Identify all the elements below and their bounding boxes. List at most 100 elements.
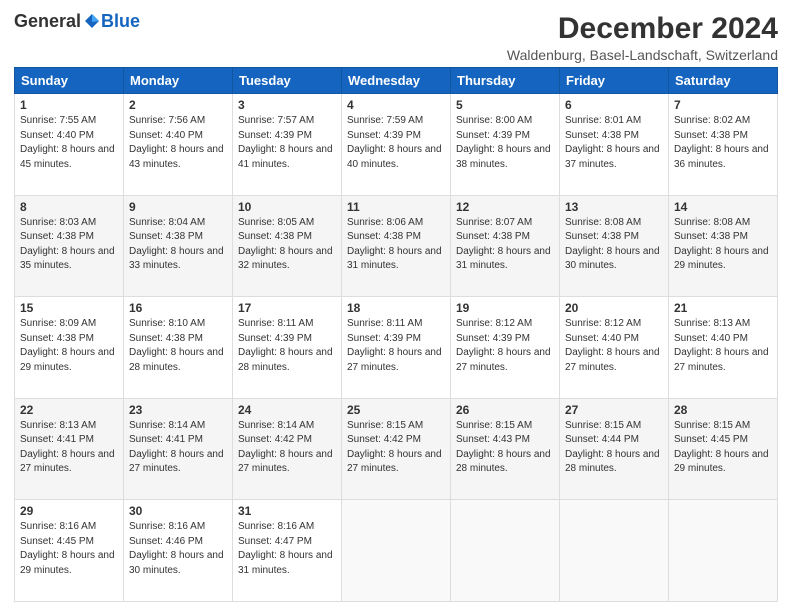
day-info: Sunrise: 8:09 AMSunset: 4:38 PMDaylight:… bbox=[20, 318, 115, 373]
calendar-cell: 2 Sunrise: 7:56 AMSunset: 4:40 PMDaylight… bbox=[124, 94, 233, 196]
day-number: 12 bbox=[456, 200, 554, 214]
month-title: December 2024 bbox=[507, 12, 778, 45]
day-number: 11 bbox=[347, 200, 445, 214]
week-row-3: 15 Sunrise: 8:09 AMSunset: 4:38 PMDayligh… bbox=[15, 297, 778, 399]
calendar-cell bbox=[342, 500, 451, 602]
calendar-cell: 13 Sunrise: 8:08 AMSunset: 4:38 PMDayligh… bbox=[560, 195, 669, 297]
day-info: Sunrise: 7:56 AMSunset: 4:40 PMDaylight:… bbox=[129, 115, 224, 170]
day-info: Sunrise: 7:57 AMSunset: 4:39 PMDaylight:… bbox=[238, 115, 333, 170]
day-info: Sunrise: 8:16 AMSunset: 4:46 PMDaylight:… bbox=[129, 521, 224, 576]
day-info: Sunrise: 7:59 AMSunset: 4:39 PMDaylight:… bbox=[347, 115, 442, 170]
day-info: Sunrise: 8:15 AMSunset: 4:42 PMDaylight:… bbox=[347, 420, 442, 475]
day-number: 30 bbox=[129, 504, 227, 518]
calendar-cell: 9Sunrise: 8:04 AMSunset: 4:38 PMDaylight… bbox=[124, 195, 233, 297]
week-row-4: 22 Sunrise: 8:13 AMSunset: 4:41 PMDayligh… bbox=[15, 398, 778, 500]
day-number: 3 bbox=[238, 98, 336, 112]
day-number: 21 bbox=[674, 301, 772, 315]
logo: General Blue bbox=[14, 12, 140, 30]
day-number: 28 bbox=[674, 403, 772, 417]
title-area: December 2024 Waldenburg, Basel-Landscha… bbox=[507, 12, 778, 63]
calendar-cell: 17Sunrise: 8:11 AMSunset: 4:39 PMDayligh… bbox=[233, 297, 342, 399]
calendar-cell: 27 Sunrise: 8:15 AMSunset: 4:44 PMDayligh… bbox=[560, 398, 669, 500]
day-info: Sunrise: 8:12 AMSunset: 4:40 PMDaylight:… bbox=[565, 318, 660, 373]
calendar-cell: 15 Sunrise: 8:09 AMSunset: 4:38 PMDayligh… bbox=[15, 297, 124, 399]
weekday-header-sunday: Sunday bbox=[15, 68, 124, 94]
week-row-2: 8Sunrise: 8:03 AMSunset: 4:38 PMDaylight… bbox=[15, 195, 778, 297]
day-number: 5 bbox=[456, 98, 554, 112]
week-row-5: 29 Sunrise: 8:16 AMSunset: 4:45 PMDayligh… bbox=[15, 500, 778, 602]
day-info: Sunrise: 8:16 AMSunset: 4:47 PMDaylight:… bbox=[238, 521, 333, 576]
calendar-cell bbox=[451, 500, 560, 602]
day-number: 23 bbox=[129, 403, 227, 417]
day-number: 19 bbox=[456, 301, 554, 315]
calendar-cell: 10 Sunrise: 8:05 AMSunset: 4:38 PMDayligh… bbox=[233, 195, 342, 297]
calendar-cell: 25 Sunrise: 8:15 AMSunset: 4:42 PMDayligh… bbox=[342, 398, 451, 500]
day-number: 2 bbox=[129, 98, 227, 112]
day-info: Sunrise: 8:16 AMSunset: 4:45 PMDaylight:… bbox=[20, 521, 115, 576]
calendar-cell: 31Sunrise: 8:16 AMSunset: 4:47 PMDayligh… bbox=[233, 500, 342, 602]
day-info: Sunrise: 8:14 AMSunset: 4:42 PMDaylight:… bbox=[238, 420, 333, 475]
calendar-cell: 11 Sunrise: 8:06 AMSunset: 4:38 PMDayligh… bbox=[342, 195, 451, 297]
day-number: 1 bbox=[20, 98, 118, 112]
day-info: Sunrise: 8:15 AMSunset: 4:44 PMDaylight:… bbox=[565, 420, 660, 475]
day-info: Sunrise: 7:55 AMSunset: 4:40 PMDaylight:… bbox=[20, 115, 115, 170]
calendar-cell: 16Sunrise: 8:10 AMSunset: 4:38 PMDayligh… bbox=[124, 297, 233, 399]
calendar-cell: 6Sunrise: 8:01 AMSunset: 4:38 PMDaylight… bbox=[560, 94, 669, 196]
day-info: Sunrise: 8:05 AMSunset: 4:38 PMDaylight:… bbox=[238, 217, 333, 272]
calendar-cell: 21Sunrise: 8:13 AMSunset: 4:40 PMDayligh… bbox=[669, 297, 778, 399]
day-number: 13 bbox=[565, 200, 663, 214]
day-number: 24 bbox=[238, 403, 336, 417]
calendar-cell: 1 Sunrise: 7:55 AMSunset: 4:40 PMDaylight… bbox=[15, 94, 124, 196]
day-number: 4 bbox=[347, 98, 445, 112]
day-number: 16 bbox=[129, 301, 227, 315]
day-info: Sunrise: 8:11 AMSunset: 4:39 PMDaylight:… bbox=[347, 318, 442, 373]
day-info: Sunrise: 8:04 AMSunset: 4:38 PMDaylight:… bbox=[129, 217, 224, 272]
weekday-header-row: SundayMondayTuesdayWednesdayThursdayFrid… bbox=[15, 68, 778, 94]
weekday-header-monday: Monday bbox=[124, 68, 233, 94]
weekday-header-wednesday: Wednesday bbox=[342, 68, 451, 94]
day-info: Sunrise: 8:15 AMSunset: 4:45 PMDaylight:… bbox=[674, 420, 769, 475]
calendar-cell: 18 Sunrise: 8:11 AMSunset: 4:39 PMDayligh… bbox=[342, 297, 451, 399]
day-info: Sunrise: 8:12 AMSunset: 4:39 PMDaylight:… bbox=[456, 318, 551, 373]
day-info: Sunrise: 8:08 AMSunset: 4:38 PMDaylight:… bbox=[565, 217, 660, 272]
logo-icon bbox=[83, 12, 101, 30]
day-number: 10 bbox=[238, 200, 336, 214]
day-number: 14 bbox=[674, 200, 772, 214]
calendar-cell: 7Sunrise: 8:02 AMSunset: 4:38 PMDaylight… bbox=[669, 94, 778, 196]
day-info: Sunrise: 8:13 AMSunset: 4:41 PMDaylight:… bbox=[20, 420, 115, 475]
weekday-header-saturday: Saturday bbox=[669, 68, 778, 94]
calendar-cell: 20Sunrise: 8:12 AMSunset: 4:40 PMDayligh… bbox=[560, 297, 669, 399]
day-number: 17 bbox=[238, 301, 336, 315]
calendar-cell: 19 Sunrise: 8:12 AMSunset: 4:39 PMDayligh… bbox=[451, 297, 560, 399]
calendar-cell: 22 Sunrise: 8:13 AMSunset: 4:41 PMDayligh… bbox=[15, 398, 124, 500]
calendar-cell bbox=[669, 500, 778, 602]
weekday-header-friday: Friday bbox=[560, 68, 669, 94]
day-number: 7 bbox=[674, 98, 772, 112]
day-number: 18 bbox=[347, 301, 445, 315]
calendar-cell: 23 Sunrise: 8:14 AMSunset: 4:41 PMDayligh… bbox=[124, 398, 233, 500]
day-info: Sunrise: 8:07 AMSunset: 4:38 PMDaylight:… bbox=[456, 217, 551, 272]
calendar-cell: 3 Sunrise: 7:57 AMSunset: 4:39 PMDaylight… bbox=[233, 94, 342, 196]
logo-area: General Blue bbox=[14, 12, 140, 30]
header: General Blue December 2024 Waldenburg, B… bbox=[14, 12, 778, 63]
week-row-1: 1 Sunrise: 7:55 AMSunset: 4:40 PMDaylight… bbox=[15, 94, 778, 196]
calendar-cell: 28 Sunrise: 8:15 AMSunset: 4:45 PMDayligh… bbox=[669, 398, 778, 500]
calendar-cell: 5 Sunrise: 8:00 AMSunset: 4:39 PMDaylight… bbox=[451, 94, 560, 196]
day-number: 25 bbox=[347, 403, 445, 417]
location-title: Waldenburg, Basel-Landschaft, Switzerlan… bbox=[507, 47, 778, 63]
day-info: Sunrise: 8:06 AMSunset: 4:38 PMDaylight:… bbox=[347, 217, 442, 272]
calendar-cell bbox=[560, 500, 669, 602]
logo-general-text: General bbox=[14, 12, 81, 30]
calendar-cell: 14Sunrise: 8:08 AMSunset: 4:38 PMDayligh… bbox=[669, 195, 778, 297]
day-info: Sunrise: 8:14 AMSunset: 4:41 PMDaylight:… bbox=[129, 420, 224, 475]
day-number: 27 bbox=[565, 403, 663, 417]
day-info: Sunrise: 8:03 AMSunset: 4:38 PMDaylight:… bbox=[20, 217, 115, 272]
calendar-cell: 12 Sunrise: 8:07 AMSunset: 4:38 PMDayligh… bbox=[451, 195, 560, 297]
weekday-header-tuesday: Tuesday bbox=[233, 68, 342, 94]
calendar-cell: 26Sunrise: 8:15 AMSunset: 4:43 PMDayligh… bbox=[451, 398, 560, 500]
day-number: 22 bbox=[20, 403, 118, 417]
day-number: 29 bbox=[20, 504, 118, 518]
day-info: Sunrise: 8:00 AMSunset: 4:39 PMDaylight:… bbox=[456, 115, 551, 170]
day-info: Sunrise: 8:15 AMSunset: 4:43 PMDaylight:… bbox=[456, 420, 551, 475]
day-number: 15 bbox=[20, 301, 118, 315]
